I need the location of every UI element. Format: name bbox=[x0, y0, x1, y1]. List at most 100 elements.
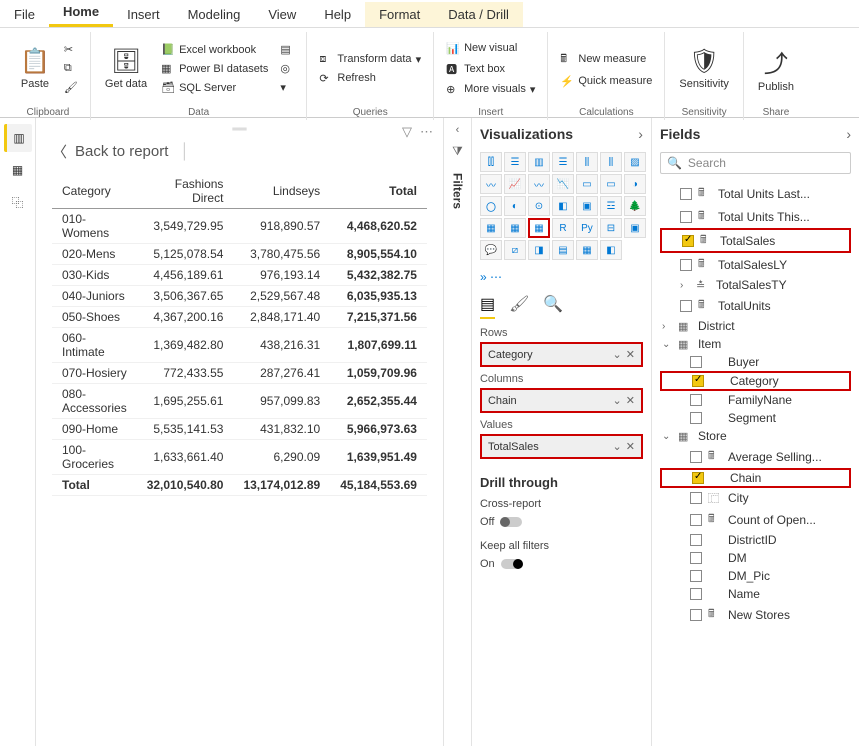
remove-icon[interactable]: ✕ bbox=[626, 348, 635, 361]
back-to-report-button[interactable]: 〈 Back to report │ bbox=[52, 141, 190, 162]
table-row[interactable]: 020-Mens5,125,078.543,780,475.568,905,55… bbox=[52, 244, 427, 265]
publish-button[interactable]: ⤴ Publish bbox=[752, 32, 800, 105]
fields-search-input[interactable]: 🔍 Search bbox=[660, 152, 851, 174]
menu-modeling[interactable]: Modeling bbox=[174, 2, 255, 27]
field-new-stores[interactable]: 🖩New Stores bbox=[660, 603, 851, 626]
recent-sources-button[interactable]: ▾ bbox=[276, 79, 298, 96]
rows-field-well[interactable]: Category ⌄✕ bbox=[480, 342, 643, 367]
viz-type-button[interactable]: ▨ bbox=[624, 152, 646, 172]
table-row[interactable]: 050-Shoes4,367,200.162,848,171.407,215,3… bbox=[52, 307, 427, 328]
menu-view[interactable]: View bbox=[254, 2, 310, 27]
matrix-header[interactable]: Lindseys bbox=[233, 174, 330, 209]
matrix-visual[interactable]: CategoryFashions DirectLindseysTotal 010… bbox=[52, 174, 427, 496]
field-familyname[interactable]: FamilyNane bbox=[660, 391, 851, 409]
viz-type-button[interactable]: ▭ bbox=[576, 174, 598, 194]
transform-data-button[interactable]: ⧈Transform data ▾ bbox=[315, 51, 425, 68]
viz-type-button[interactable]: 💬 bbox=[480, 240, 502, 260]
field-segment[interactable]: Segment bbox=[660, 409, 851, 427]
more-visuals-button[interactable]: ⊕More visuals ▾ bbox=[442, 81, 539, 98]
more-options-icon[interactable]: ⋯ bbox=[420, 124, 433, 140]
field-category[interactable]: Category bbox=[660, 371, 851, 391]
field-dm[interactable]: DM bbox=[660, 549, 851, 567]
values-field-well[interactable]: TotalSales ⌄✕ bbox=[480, 434, 643, 459]
viz-type-button[interactable]: ▤ bbox=[552, 240, 574, 260]
viz-type-button[interactable]: Py bbox=[576, 218, 598, 238]
chevron-down-icon[interactable]: ⌄ bbox=[613, 440, 622, 453]
menu-help[interactable]: Help bbox=[310, 2, 365, 27]
cross-report-toggle[interactable] bbox=[500, 517, 522, 527]
viz-type-button[interactable]: ▭ bbox=[600, 174, 622, 194]
matrix-header[interactable]: Category bbox=[52, 174, 137, 209]
refresh-button[interactable]: ⟳Refresh bbox=[315, 70, 425, 87]
menu-insert[interactable]: Insert bbox=[113, 2, 174, 27]
viz-type-button[interactable]: ⊙ bbox=[528, 196, 550, 216]
table-store[interactable]: ⌄▦Store bbox=[660, 427, 851, 445]
sensitivity-button[interactable]: 🛡 Sensitivity bbox=[673, 32, 735, 105]
viz-type-button[interactable]: ⧄ bbox=[504, 240, 526, 260]
chevron-right-icon[interactable]: › bbox=[638, 126, 643, 142]
get-data-button[interactable]: 🗄 Get data bbox=[99, 32, 153, 105]
quick-measure-button[interactable]: ⚡Quick measure bbox=[556, 73, 656, 90]
viz-type-button[interactable]: ☰ bbox=[504, 152, 526, 172]
field-buyer[interactable]: Buyer bbox=[660, 353, 851, 371]
enter-data-button[interactable]: ▤ bbox=[276, 41, 298, 58]
viz-type-button[interactable]: ☰ bbox=[552, 152, 574, 172]
viz-type-button[interactable]: ◧ bbox=[552, 196, 574, 216]
field-districtid[interactable]: DistrictID bbox=[660, 531, 851, 549]
viz-type-button[interactable]: ▦ bbox=[576, 240, 598, 260]
field-avg-selling[interactable]: 🖩Average Selling... bbox=[660, 445, 851, 468]
table-row[interactable]: 060-Intimate1,369,482.80438,216.311,807,… bbox=[52, 328, 427, 363]
remove-icon[interactable]: ✕ bbox=[626, 394, 635, 407]
viz-type-button[interactable]: ◐ bbox=[504, 196, 526, 216]
filter-icon[interactable]: ▽ bbox=[402, 124, 412, 140]
new-measure-button[interactable]: 🖩New measure bbox=[556, 48, 656, 71]
table-row[interactable]: 070-Hosiery772,433.55287,276.411,059,709… bbox=[52, 363, 427, 384]
field-totalsalesly[interactable]: 🖩TotalSalesLY bbox=[660, 253, 851, 276]
keep-filters-toggle[interactable] bbox=[501, 559, 523, 569]
chevron-down-icon[interactable]: ⌄ bbox=[613, 394, 622, 407]
paste-button[interactable]: 📋 Paste bbox=[14, 32, 56, 105]
table-row[interactable]: 030-Kids4,456,189.61976,193.145,432,382.… bbox=[52, 265, 427, 286]
viz-type-button[interactable]: ▣ bbox=[576, 196, 598, 216]
remove-icon[interactable]: ✕ bbox=[626, 440, 635, 453]
viz-type-button[interactable]: R bbox=[552, 218, 574, 238]
columns-field-well[interactable]: Chain ⌄✕ bbox=[480, 388, 643, 413]
format-tab[interactable]: 🖌 bbox=[509, 294, 529, 319]
excel-button[interactable]: 📗Excel workbook bbox=[157, 41, 272, 58]
table-row[interactable]: 080-Accessories1,695,255.61957,099.832,6… bbox=[52, 384, 427, 419]
viz-type-button[interactable]: ⫼ bbox=[600, 152, 622, 172]
dataverse-button[interactable]: ◎ bbox=[276, 60, 298, 77]
viz-type-button[interactable]: ◑ bbox=[624, 174, 646, 194]
menu-format[interactable]: Format bbox=[365, 2, 434, 27]
fields-tab[interactable]: ▤ bbox=[480, 294, 495, 319]
viz-type-button[interactable]: ▣ bbox=[624, 218, 646, 238]
chevron-right-icon[interactable]: › bbox=[846, 126, 851, 142]
field-city[interactable]: ⿸City bbox=[660, 488, 851, 508]
viz-type-button[interactable]: ▦ bbox=[528, 218, 550, 238]
new-visual-button[interactable]: 📊New visual bbox=[442, 40, 539, 57]
viz-overflow-button[interactable]: » ⋯ bbox=[480, 270, 643, 284]
matrix-header[interactable]: Total bbox=[330, 174, 427, 209]
chevron-down-icon[interactable]: ⌄ bbox=[613, 348, 622, 361]
field-totalunits[interactable]: 🖩TotalUnits bbox=[660, 294, 851, 317]
viz-type-button[interactable]: ◨ bbox=[528, 240, 550, 260]
viz-type-button[interactable]: 🌲 bbox=[624, 196, 646, 216]
viz-type-button[interactable]: ▦ bbox=[504, 218, 526, 238]
menu-file[interactable]: File bbox=[0, 2, 49, 27]
viz-type-button[interactable]: 〇 bbox=[480, 196, 502, 216]
text-box-button[interactable]: 🅰Text box bbox=[442, 59, 539, 79]
cut-button[interactable]: ✂ bbox=[60, 41, 82, 58]
sql-server-button[interactable]: 🗃SQL Server bbox=[157, 79, 272, 96]
field-totalsales[interactable]: 🖩TotalSales bbox=[660, 228, 851, 253]
format-painter-button[interactable]: 🖌 bbox=[60, 79, 82, 96]
table-row[interactable]: 090-Home5,535,141.53431,832.105,966,973.… bbox=[52, 419, 427, 440]
field-chain[interactable]: Chain bbox=[660, 468, 851, 488]
field-dm-pic[interactable]: DM_Pic bbox=[660, 567, 851, 585]
copy-button[interactable]: ⧉ bbox=[60, 60, 82, 77]
viz-type-button[interactable]: ◧ bbox=[600, 240, 622, 260]
report-view-button[interactable]: ▥ bbox=[4, 124, 32, 152]
viz-type-button[interactable]: ☲ bbox=[600, 196, 622, 216]
filters-pane-collapsed[interactable]: ‹ ⧩ Filters bbox=[444, 118, 472, 746]
field-totalsalesty[interactable]: ›≛TotalSalesTY bbox=[660, 276, 851, 294]
viz-type-button[interactable]: 〰 bbox=[528, 174, 550, 194]
